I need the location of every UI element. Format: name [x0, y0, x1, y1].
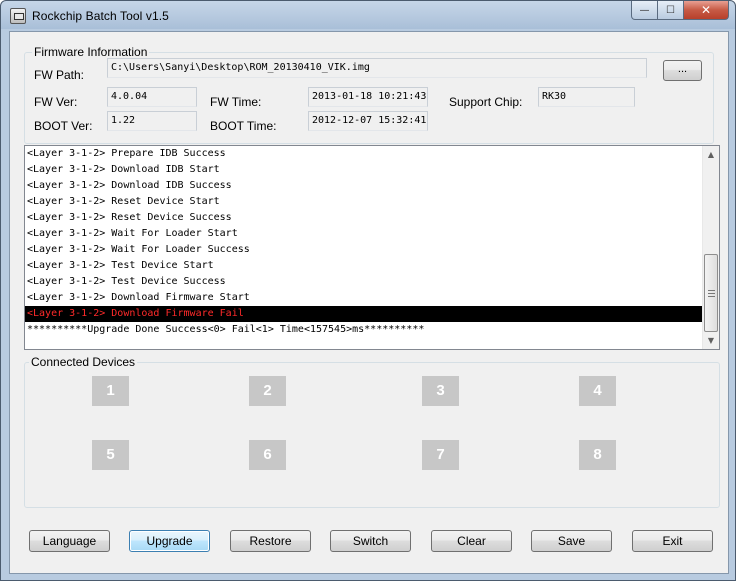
connected-devices-caption: Connected Devices [29, 355, 138, 369]
support-chip-label: Support Chip: [449, 95, 523, 109]
boot-ver-field: 1.22 [107, 111, 197, 131]
browse-button[interactable]: ... [663, 60, 702, 81]
device-slot-2: 2 [249, 376, 286, 406]
client-area: Firmware Information FW Path: C:\Users\S… [9, 31, 729, 574]
firmware-info-caption: Firmware Information [32, 45, 150, 59]
minimize-button[interactable]: — [631, 1, 658, 20]
title-bar[interactable]: Rockchip Batch Tool v1.5 — ☐ ✕ [1, 1, 735, 31]
log-line: <Layer 3-1-2> Prepare IDB Success [27, 148, 226, 159]
language-button[interactable]: Language [29, 530, 110, 552]
restore-button[interactable]: Restore [230, 530, 311, 552]
fw-ver-label: FW Ver: [34, 95, 78, 109]
scroll-thumb[interactable] [704, 254, 718, 332]
maximize-button[interactable]: ☐ [658, 1, 684, 20]
close-button[interactable]: ✕ [684, 1, 729, 20]
support-chip-field: RK30 [538, 87, 635, 107]
log-line: <Layer 3-1-2> Reset Device Start [27, 196, 220, 207]
fw-path-field[interactable]: C:\Users\Sanyi\Desktop\ROM_20130410_VIK.… [107, 58, 647, 78]
log-line-error: <Layer 3-1-2> Download Firmware Fail [25, 306, 703, 322]
device-slot-4: 4 [579, 376, 616, 406]
switch-button[interactable]: Switch [330, 530, 411, 552]
boot-time-field: 2012-12-07 15:32:41 [308, 111, 428, 131]
log-line: <Layer 3-1-2> Test Device Success [27, 276, 226, 287]
app-icon [10, 8, 26, 24]
log-line: <Layer 3-1-2> Download IDB Start [27, 164, 220, 175]
app-window: Rockchip Batch Tool v1.5 — ☐ ✕ Firmware … [0, 0, 736, 581]
scroll-down-icon[interactable]: ▼ [703, 332, 719, 349]
fw-time-label: FW Time: [210, 95, 262, 109]
log-line: <Layer 3-1-2> Download Firmware Start [27, 292, 250, 303]
log-line: <Layer 3-1-2> Wait For Loader Success [27, 244, 250, 255]
log-line: <Layer 3-1-2> Wait For Loader Start [27, 228, 238, 239]
fw-path-label: FW Path: [34, 68, 85, 82]
log-line: <Layer 3-1-2> Test Device Start [27, 260, 214, 271]
device-slot-6: 6 [249, 440, 286, 470]
log-output[interactable]: <Layer 3-1-2> Prepare IDB Success <Layer… [24, 145, 720, 350]
exit-button[interactable]: Exit [632, 530, 713, 552]
fw-time-field: 2013-01-18 10:21:43 [308, 87, 428, 107]
device-slot-3: 3 [422, 376, 459, 406]
device-slot-5: 5 [92, 440, 129, 470]
log-lines: <Layer 3-1-2> Prepare IDB Success <Layer… [25, 146, 703, 349]
save-button[interactable]: Save [531, 530, 612, 552]
log-summary-line: **********Upgrade Done Success<0> Fail<1… [27, 324, 425, 335]
grip-icon [708, 290, 715, 297]
upgrade-button[interactable]: Upgrade [129, 530, 210, 552]
device-slot-8: 8 [579, 440, 616, 470]
connected-devices-group: Connected Devices 1 2 3 4 5 6 7 8 [24, 355, 720, 508]
scroll-up-icon[interactable]: ▲ [703, 146, 719, 163]
log-line: <Layer 3-1-2> Download IDB Success [27, 180, 232, 191]
fw-ver-field: 4.0.04 [107, 87, 197, 107]
window-title: Rockchip Batch Tool v1.5 [32, 9, 169, 23]
boot-ver-label: BOOT Ver: [34, 119, 93, 133]
firmware-info-group: Firmware Information FW Path: C:\Users\S… [24, 45, 714, 144]
window-controls: — ☐ ✕ [631, 1, 729, 21]
clear-button[interactable]: Clear [431, 530, 512, 552]
log-line: <Layer 3-1-2> Reset Device Success [27, 212, 232, 223]
device-slot-1: 1 [92, 376, 129, 406]
log-scrollbar[interactable]: ▲ ▼ [702, 146, 719, 349]
boot-time-label: BOOT Time: [210, 119, 277, 133]
device-slot-7: 7 [422, 440, 459, 470]
